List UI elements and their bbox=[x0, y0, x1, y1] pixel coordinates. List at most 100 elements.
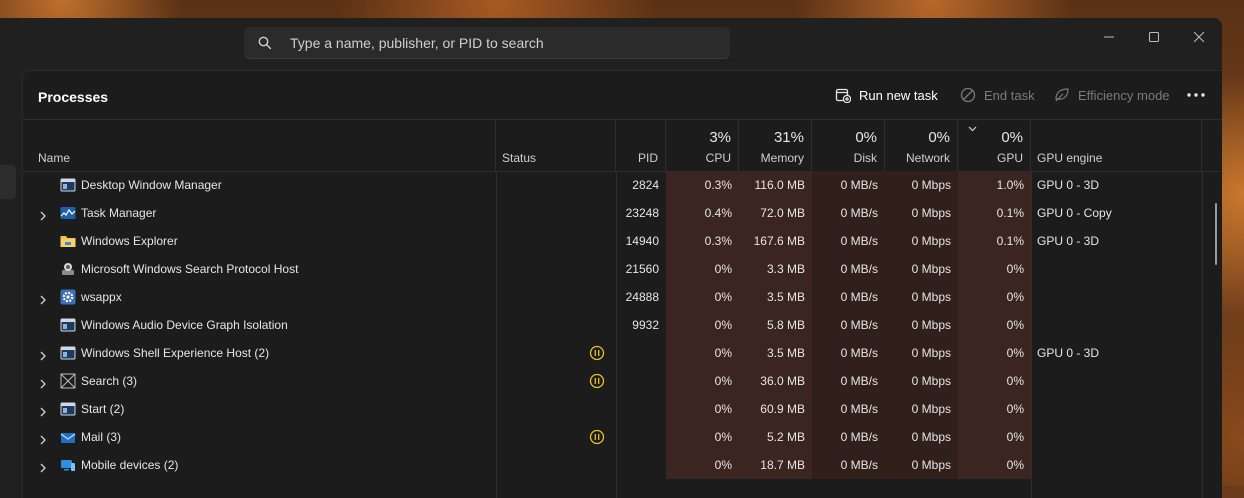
process-gpu-engine bbox=[1037, 395, 1197, 423]
expand-chevron-icon[interactable] bbox=[38, 460, 48, 473]
process-row[interactable]: wsappx 24888 0% 3.5 MB 0 MB/s 0 Mbps 0% bbox=[23, 283, 1222, 311]
process-pid: 14940 bbox=[625, 234, 659, 248]
vertical-scrollbar[interactable] bbox=[1215, 203, 1217, 265]
column-pid[interactable]: PID bbox=[616, 120, 666, 171]
window-icon bbox=[60, 345, 76, 361]
divider bbox=[496, 171, 497, 498]
run-task-icon bbox=[834, 86, 852, 104]
process-gpu-engine: GPU 0 - 3D bbox=[1037, 346, 1100, 360]
process-name: Windows Explorer bbox=[81, 234, 178, 248]
process-network: 0 Mbps bbox=[885, 311, 958, 339]
column-gpu-engine-label: GPU engine bbox=[1037, 151, 1103, 165]
column-cpu[interactable]: 3% CPU bbox=[666, 120, 739, 171]
process-gpu-engine bbox=[1037, 423, 1197, 451]
process-network: 0 Mbps bbox=[885, 423, 958, 451]
expand-chevron-icon[interactable] bbox=[38, 208, 48, 221]
process-row[interactable]: Mail (3) 0% 5.2 MB 0 MB/s 0 Mbps 0% bbox=[23, 423, 1222, 451]
process-gpu: 0% bbox=[958, 283, 1031, 311]
process-row[interactable]: Windows Shell Experience Host (2) 0% 3.5 M… bbox=[23, 339, 1222, 367]
process-gpu: 1.0% bbox=[958, 171, 1031, 199]
process-network: 0 Mbps bbox=[885, 283, 958, 311]
process-network: 0 Mbps bbox=[885, 255, 958, 283]
divider bbox=[1031, 171, 1032, 498]
process-pid bbox=[616, 451, 666, 479]
nav-item-selected[interactable] bbox=[0, 165, 16, 199]
more-icon bbox=[1187, 93, 1205, 97]
column-disk[interactable]: 0% Disk bbox=[812, 120, 885, 171]
end-task-button[interactable]: End task bbox=[959, 83, 1035, 107]
leaf-icon bbox=[1053, 86, 1071, 104]
column-name-label: Name bbox=[38, 151, 71, 165]
process-gpu-engine bbox=[1037, 451, 1197, 479]
cpu-total: 3% bbox=[709, 129, 731, 146]
process-disk: 0 MB/s bbox=[812, 227, 885, 255]
suspended-status-icon bbox=[589, 429, 605, 445]
process-row[interactable]: Desktop Window Manager 2824 0.3% 116.0 MB 0 … bbox=[23, 171, 1222, 199]
process-gpu-engine bbox=[1037, 255, 1197, 283]
divider bbox=[1202, 171, 1203, 498]
process-memory: 3.3 MB bbox=[739, 255, 812, 283]
process-row[interactable]: Windows Audio Device Graph Isolation 9932… bbox=[23, 311, 1222, 339]
process-disk: 0 MB/s bbox=[812, 395, 885, 423]
expand-chevron-icon[interactable] bbox=[38, 376, 48, 389]
close-icon bbox=[1194, 32, 1204, 42]
process-row[interactable]: Search (3) 0% 36.0 MB 0 MB/s 0 Mbps 0% bbox=[23, 367, 1222, 395]
process-memory: 36.0 MB bbox=[739, 367, 812, 395]
expand-chevron-icon[interactable] bbox=[38, 432, 48, 445]
process-memory: 18.7 MB bbox=[739, 451, 812, 479]
window-icon bbox=[60, 401, 76, 417]
column-status[interactable]: Status bbox=[496, 120, 616, 171]
maximize-button[interactable] bbox=[1131, 23, 1177, 51]
process-cpu: 0% bbox=[666, 367, 739, 395]
process-row[interactable]: Microsoft Windows Search Protocol Host 21… bbox=[23, 255, 1222, 283]
more-options-button[interactable] bbox=[1186, 83, 1206, 107]
process-gpu: 0% bbox=[958, 255, 1031, 283]
search-input[interactable] bbox=[290, 34, 690, 51]
process-pid: 21560 bbox=[625, 262, 659, 276]
run-new-task-label: Run new task bbox=[859, 87, 938, 103]
expand-chevron-icon[interactable] bbox=[38, 292, 48, 305]
gpu-total: 0% bbox=[1001, 129, 1023, 146]
process-name: Microsoft Windows Search Protocol Host bbox=[81, 262, 299, 276]
process-pid: 9932 bbox=[632, 318, 659, 332]
process-row[interactable]: Task Manager 23248 0.4% 72.0 MB 0 MB/s 0 Mbps… bbox=[23, 199, 1222, 227]
search-icon bbox=[258, 36, 272, 49]
process-gpu-engine bbox=[1037, 367, 1197, 395]
window-icon bbox=[60, 317, 76, 333]
process-row[interactable]: Windows Explorer 14940 0.3% 167.6 MB 0 MB/s 0… bbox=[23, 227, 1222, 255]
efficiency-mode-button[interactable]: Efficiency mode bbox=[1053, 83, 1170, 107]
minimize-icon bbox=[1104, 36, 1114, 38]
mail-icon bbox=[60, 429, 76, 445]
process-cpu: 0% bbox=[666, 311, 739, 339]
process-pid bbox=[616, 367, 666, 395]
process-row[interactable]: Start (2) 0% 60.9 MB 0 MB/s 0 Mbps 0% bbox=[23, 395, 1222, 423]
minimize-button[interactable] bbox=[1086, 23, 1132, 51]
expand-chevron-icon[interactable] bbox=[38, 404, 48, 417]
process-cpu: 0% bbox=[666, 283, 739, 311]
column-memory[interactable]: 31% Memory bbox=[739, 120, 812, 171]
process-gpu: 0% bbox=[958, 423, 1031, 451]
search-box[interactable] bbox=[244, 27, 730, 59]
column-gpu[interactable]: 0% GPU bbox=[958, 120, 1031, 171]
column-memory-label: Memory bbox=[760, 151, 804, 165]
divider bbox=[616, 171, 617, 498]
process-disk: 0 MB/s bbox=[812, 423, 885, 451]
run-new-task-button[interactable]: Run new task bbox=[834, 83, 938, 107]
processes-panel: Processes Run new task End task Efficien… bbox=[22, 70, 1222, 498]
process-name: wsappx bbox=[81, 290, 122, 304]
suspended-status-icon bbox=[589, 345, 605, 361]
panel-header: Processes Run new task End task Efficien… bbox=[23, 71, 1222, 119]
close-button[interactable] bbox=[1176, 23, 1222, 51]
process-name: Mail (3) bbox=[81, 430, 122, 444]
column-gpu-engine[interactable]: GPU engine bbox=[1031, 120, 1202, 171]
expand-chevron-icon[interactable] bbox=[38, 348, 48, 361]
column-name[interactable]: Name bbox=[23, 120, 496, 171]
process-cpu: 0.3% bbox=[666, 171, 739, 199]
process-memory: 3.5 MB bbox=[739, 339, 812, 367]
process-row[interactable]: Mobile devices (2) 0% 18.7 MB 0 MB/s 0 Mbps 0… bbox=[23, 451, 1222, 479]
column-network[interactable]: 0% Network bbox=[885, 120, 958, 171]
process-list: Desktop Window Manager 2824 0.3% 116.0 MB 0 … bbox=[23, 171, 1222, 479]
process-name: Windows Shell Experience Host (2) bbox=[81, 346, 270, 360]
process-network: 0 Mbps bbox=[885, 367, 958, 395]
task-manager-icon bbox=[60, 205, 76, 221]
